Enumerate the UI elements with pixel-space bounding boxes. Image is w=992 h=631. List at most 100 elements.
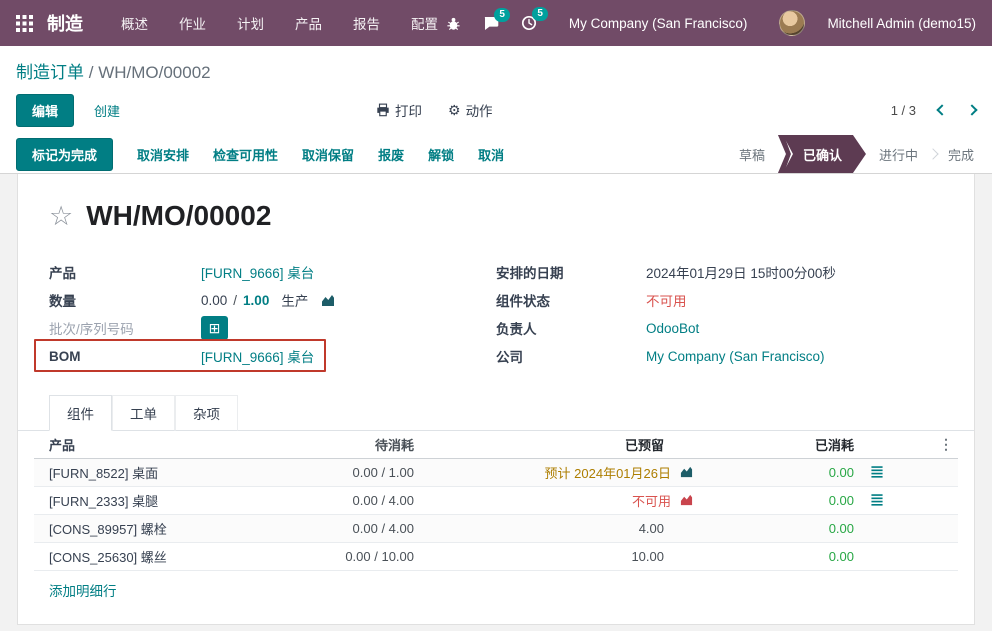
- table-row[interactable]: [FURN_8522] 桌面 0.00 / 1.00 预计 2024年01月26…: [34, 459, 958, 487]
- company-label: 公司: [496, 346, 646, 366]
- bug-icon: [446, 16, 461, 31]
- unplan-button[interactable]: 取消安排: [137, 145, 189, 164]
- row-reserved: 预计 2024年01月26日: [414, 463, 694, 482]
- nav-menu: 概述 作业 计划 产品 报告 配置: [121, 13, 438, 33]
- nav-item-products[interactable]: 产品: [295, 13, 322, 33]
- printer-icon: [376, 103, 390, 117]
- nav-item-overview[interactable]: 概述: [121, 13, 148, 33]
- responsible-value[interactable]: OdooBot: [646, 321, 699, 336]
- nav-item-configuration[interactable]: 配置: [411, 13, 438, 33]
- field-scheduled-date: 安排的日期 2024年01月29日 15时00分00秒: [496, 258, 943, 286]
- forecast-report-button[interactable]: [679, 493, 694, 509]
- pager-previous-icon[interactable]: [936, 104, 947, 115]
- header-to-consume[interactable]: 待消耗: [314, 435, 414, 454]
- create-button[interactable]: 创建: [94, 101, 120, 120]
- nav-item-planning[interactable]: 计划: [237, 13, 264, 33]
- statusbar-buttons: 标记为完成 取消安排 检查可用性 取消保留 报废 解锁 取消: [16, 138, 504, 171]
- check-availability-button[interactable]: 检查可用性: [213, 145, 278, 164]
- app-brand[interactable]: 制造: [47, 10, 83, 36]
- print-label: 打印: [395, 100, 422, 120]
- quantity-total: 1.00: [243, 293, 269, 308]
- move-details-button[interactable]: [870, 493, 884, 509]
- move-details-button[interactable]: [870, 465, 884, 481]
- availability-value: 不可用: [646, 290, 687, 310]
- favorite-star-icon[interactable]: ☆: [49, 203, 73, 230]
- mark-done-button[interactable]: 标记为完成: [16, 138, 113, 171]
- tab-work-orders[interactable]: 工单: [112, 395, 175, 431]
- nav-item-operations[interactable]: 作业: [179, 13, 206, 33]
- field-availability: 组件状态 不可用: [496, 286, 943, 314]
- company-switcher[interactable]: My Company (San Francisco): [559, 16, 758, 31]
- reserved-forecast-text: 预计 2024年01月26日: [545, 463, 671, 482]
- apps-menu-icon[interactable]: [16, 15, 33, 32]
- state-done[interactable]: 完成: [935, 135, 992, 173]
- add-line-button[interactable]: 添加明细行: [49, 584, 117, 599]
- row-product[interactable]: [FURN_8522] 桌面: [34, 463, 314, 482]
- debug-bug-icon[interactable]: [446, 16, 461, 31]
- table-header: 产品 待消耗 已预留 已消耗 ⋮: [34, 431, 958, 459]
- bom-value[interactable]: [FURN_9666] 桌台: [201, 346, 314, 366]
- cancel-button[interactable]: 取消: [478, 145, 504, 164]
- breadcrumb-separator: /: [89, 63, 98, 82]
- state-progress[interactable]: 进行中: [866, 135, 931, 173]
- edit-button[interactable]: 编辑: [16, 94, 74, 127]
- header-consumed[interactable]: 已消耗: [694, 435, 884, 454]
- row-consumed: 0.00: [694, 521, 884, 536]
- field-responsible: 负责人 OdooBot: [496, 314, 943, 342]
- print-menu[interactable]: 打印: [376, 100, 422, 120]
- consumed-value: 0.00: [829, 549, 854, 564]
- consumed-value: 0.00: [829, 465, 854, 480]
- add-line-row: 添加明细行: [34, 571, 958, 600]
- pager-next-icon[interactable]: [966, 104, 977, 115]
- row-product[interactable]: [FURN_2333] 桌腿: [34, 491, 314, 510]
- row-consumed: 0.00: [694, 465, 884, 481]
- state-draft[interactable]: 草稿: [726, 135, 778, 173]
- tab-miscellaneous[interactable]: 杂项: [175, 395, 238, 431]
- field-bom: BOM [FURN_9666] 桌台: [49, 342, 496, 370]
- nav-item-reporting[interactable]: 报告: [353, 13, 380, 33]
- table-row[interactable]: [CONS_89957] 螺栓 0.00 / 4.00 4.00 0.00: [34, 515, 958, 543]
- unreserve-button[interactable]: 取消保留: [302, 145, 354, 164]
- page: 制造 概述 作业 计划 产品 报告 配置 5: [0, 0, 992, 631]
- produce-button[interactable]: 生产: [281, 290, 308, 310]
- unlock-button[interactable]: 解锁: [428, 145, 454, 164]
- company-value[interactable]: My Company (San Francisco): [646, 349, 825, 364]
- action-label: 动作: [466, 100, 493, 120]
- scheduled-date-value: 2024年01月29日 15时00分00秒: [646, 262, 836, 282]
- row-product[interactable]: [CONS_25630] 螺丝: [34, 547, 314, 566]
- gear-icon: ⚙: [448, 102, 461, 119]
- user-menu[interactable]: Mitchell Admin (demo15): [827, 16, 976, 31]
- reserved-value: 4.00: [639, 521, 664, 536]
- list-icon: [870, 465, 884, 478]
- messages-badge: 5: [494, 8, 510, 22]
- optional-columns-icon[interactable]: ⋮: [934, 436, 958, 453]
- state-confirmed[interactable]: 已确认: [783, 135, 866, 173]
- row-product[interactable]: [CONS_89957] 螺栓: [34, 519, 314, 538]
- scrap-button[interactable]: 报废: [378, 145, 404, 164]
- record-title: WH/MO/00002: [86, 200, 271, 232]
- reserved-value: 10.00: [631, 549, 664, 564]
- user-avatar[interactable]: [779, 10, 805, 36]
- header-product[interactable]: 产品: [34, 435, 314, 454]
- action-menu[interactable]: ⚙ 动作: [448, 100, 493, 120]
- field-product: 产品 [FURN_9666] 桌台: [49, 258, 496, 286]
- header-reserved[interactable]: 已预留: [414, 435, 694, 454]
- quantity-label: 数量: [49, 290, 201, 310]
- breadcrumb-parent[interactable]: 制造订单: [16, 63, 84, 82]
- breadcrumb: 制造订单 / WH/MO/00002: [16, 58, 976, 83]
- messages-button[interactable]: 5: [483, 16, 499, 31]
- consumed-value: 0.00: [829, 493, 854, 508]
- forecast-report-button[interactable]: [679, 465, 694, 481]
- row-reserved: 不可用: [414, 491, 694, 510]
- product-value[interactable]: [FURN_9666] 桌台: [201, 262, 314, 282]
- add-lot-button[interactable]: ⊞: [201, 316, 228, 340]
- field-lot: 批次/序列号码 ⊞: [49, 314, 496, 342]
- breadcrumb-current: WH/MO/00002: [98, 63, 210, 82]
- quantity-forecast-button[interactable]: [320, 293, 336, 307]
- row-to-consume: 0.00 / 1.00: [314, 465, 414, 480]
- tab-components[interactable]: 组件: [49, 395, 112, 431]
- table-row[interactable]: [CONS_25630] 螺丝 0.00 / 10.00 10.00 0.00: [34, 543, 958, 571]
- activities-button[interactable]: 5: [521, 15, 537, 31]
- table-row[interactable]: [FURN_2333] 桌腿 0.00 / 4.00 不可用 0.00: [34, 487, 958, 515]
- statusbar: 标记为完成 取消安排 检查可用性 取消保留 报废 解锁 取消 草稿 已确认 进行…: [0, 135, 992, 174]
